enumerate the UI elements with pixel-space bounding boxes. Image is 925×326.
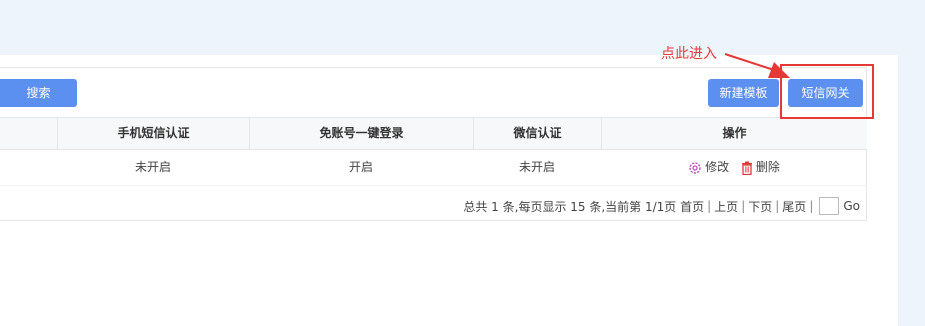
- pagination-separator: |: [809, 199, 814, 213]
- pagination-summary: 总共 1 条,每页显示 15 条,当前第 1/1页: [463, 199, 677, 214]
- prev-page-link[interactable]: 上页: [714, 198, 738, 215]
- new-template-button[interactable]: 新建模板: [708, 79, 779, 107]
- delete-label: 删除: [755, 160, 780, 174]
- column-header-one-click-login: 免账号一键登录: [249, 118, 473, 149]
- gear-icon: [689, 161, 701, 174]
- pagination-separator: |: [775, 199, 780, 213]
- column-header-actions: 操作: [601, 118, 867, 149]
- cell-actions: 修改 删除: [601, 150, 867, 185]
- cell-one-click-login: 开启: [348, 160, 373, 174]
- next-page-link[interactable]: 下页: [748, 198, 772, 215]
- pagination: 总共 1 条,每页显示 15 条,当前第 1/1页 首页 | 上页 | 下页 |…: [463, 196, 860, 216]
- annotation-label: 点此进入: [661, 46, 717, 62]
- page-number-input[interactable]: [819, 197, 840, 215]
- cell-sms-auth: 未开启: [134, 160, 171, 174]
- table-row: 未开启 开启 未开启 修改 删除: [0, 150, 867, 186]
- first-page-link[interactable]: 首页: [680, 198, 704, 215]
- highlight-box: [780, 64, 874, 119]
- delete-action[interactable]: 删除: [741, 150, 780, 185]
- pagination-separator: |: [741, 199, 746, 213]
- column-header-sms-auth: 手机短信认证: [57, 118, 249, 149]
- edit-label: 修改: [705, 160, 730, 174]
- edit-action[interactable]: 修改: [688, 150, 729, 185]
- column-header-wechat-auth: 微信认证: [473, 118, 601, 149]
- table-header: 手机短信认证 免账号一键登录 微信认证 操作: [0, 117, 867, 150]
- cell-wechat-auth: 未开启: [518, 160, 555, 174]
- trash-icon: [741, 161, 752, 175]
- search-button[interactable]: 搜索: [0, 79, 77, 107]
- go-button[interactable]: Go: [843, 199, 860, 213]
- pagination-separator: |: [707, 199, 712, 213]
- last-page-link[interactable]: 尾页: [782, 198, 806, 215]
